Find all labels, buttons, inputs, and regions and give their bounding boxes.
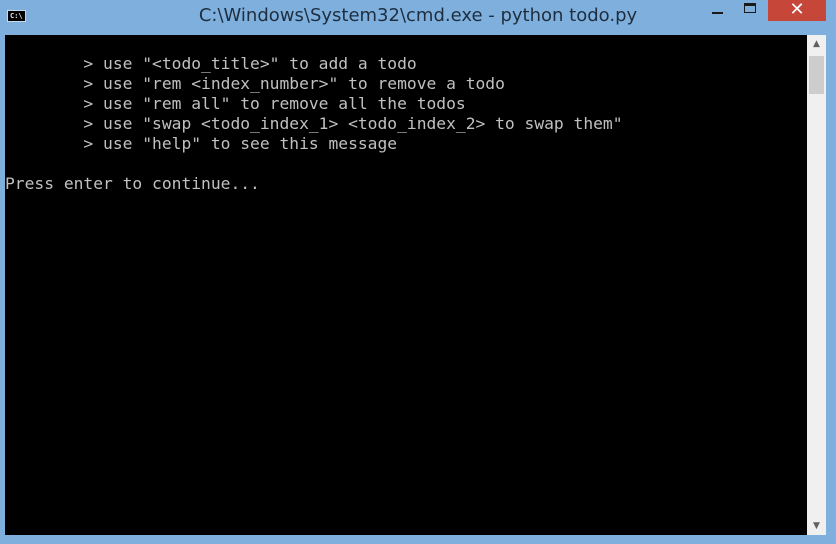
console-line: > use "rem all" to remove all the todos (5, 94, 466, 113)
close-icon: ✕ (789, 0, 805, 20)
scroll-down-arrow-icon[interactable]: ▼ (807, 517, 826, 535)
console-prompt-line: Press enter to continue... (5, 174, 260, 193)
close-button[interactable]: ✕ (768, 0, 826, 21)
title-bar[interactable]: C:\ C:\Windows\System32\cmd.exe - python… (0, 0, 836, 33)
scrollbar-thumb[interactable] (809, 56, 824, 94)
console-window: C:\ C:\Windows\System32\cmd.exe - python… (0, 0, 836, 544)
vertical-scrollbar[interactable]: ▲ ▼ (807, 35, 826, 535)
minimize-button[interactable] (702, 0, 734, 21)
console-line: > use "rem <index_number>" to remove a t… (5, 74, 505, 93)
console-text: > use "<todo_title>" to add a todo > use… (5, 54, 805, 194)
maximize-button[interactable] (735, 0, 767, 21)
console-line: > use "help" to see this message (5, 134, 398, 153)
scroll-up-arrow-icon[interactable]: ▲ (807, 35, 826, 53)
console-output-area[interactable]: > use "<todo_title>" to add a todo > use… (5, 35, 807, 535)
console-line: > use "<todo_title>" to add a todo (5, 54, 417, 73)
console-line: > use "swap <todo_index_1> <todo_index_2… (5, 114, 623, 133)
